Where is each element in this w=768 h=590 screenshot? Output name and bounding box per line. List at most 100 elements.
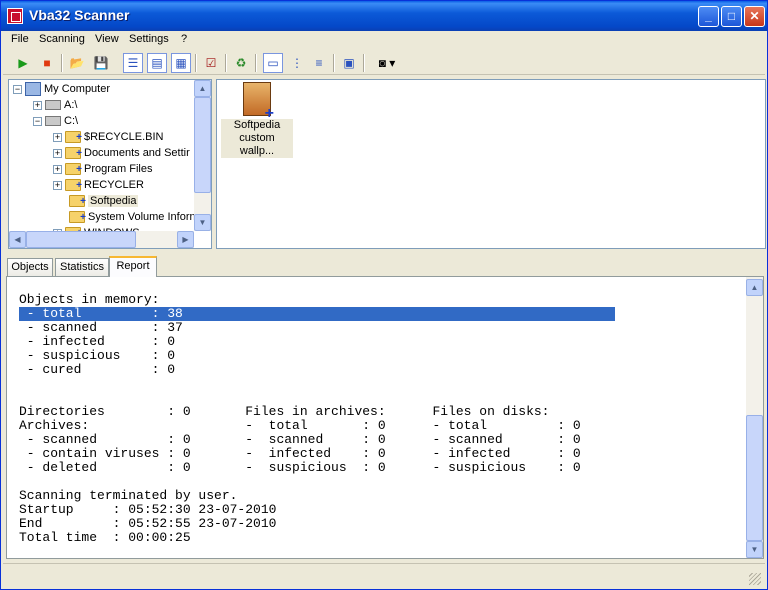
tree-item-label: C:\ xyxy=(64,115,79,127)
tree-item-softpedia[interactable]: Softpedia xyxy=(69,194,139,210)
toolbar-separator xyxy=(363,54,365,72)
tree-item-label: Softpedia xyxy=(88,195,139,207)
toolbar: ▶ ■ 📂 💾 ☰ ▤ ▦ ☑ ♻ ▭ ⋮ ≡ ▣ ◙ ▾ xyxy=(3,51,765,75)
app-window: Vba32 Scanner _ □ ✕ File Scanning View S… xyxy=(0,0,768,590)
scroll-down-icon[interactable]: ▼ xyxy=(194,214,211,231)
tree-item-recycle-bin[interactable]: + $RECYCLE.BIN xyxy=(53,130,163,146)
tab-report[interactable]: Report xyxy=(109,256,157,277)
tab-objects[interactable]: Objects xyxy=(7,258,53,276)
report-line[interactable]: - total : 38 xyxy=(19,307,615,321)
file-label-line: Softpedia xyxy=(233,119,281,131)
report-line[interactable]: - deleted : 0 - suspicious : 0 - suspici… xyxy=(19,461,739,475)
tree-item-my-computer[interactable]: − My Computer xyxy=(13,82,110,98)
toolbar-separator xyxy=(195,54,197,72)
report-line[interactable]: - suspicious : 0 xyxy=(19,349,739,363)
report-line[interactable]: Archives: - total : 0 - total : 0 xyxy=(19,419,739,433)
expand-icon[interactable]: + xyxy=(33,100,42,110)
folder-tree[interactable]: − My Computer + A:\ − C:\ + $RECYCLE.BIN + Do… xyxy=(8,79,212,249)
close-button[interactable]: ✕ xyxy=(744,6,765,27)
menu-help[interactable]: ? xyxy=(181,33,187,45)
expand-icon[interactable]: + xyxy=(53,180,62,190)
tree-item-system-volume[interactable]: System Volume Inforn xyxy=(69,210,196,226)
quarantine-icon[interactable]: ♻ xyxy=(231,53,251,73)
tree-horizontal-scrollbar[interactable]: ◀ ▶ xyxy=(9,231,194,248)
report-vertical-scrollbar[interactable]: ▲ ▼ xyxy=(746,277,763,558)
file-label-line: custom wallp... xyxy=(239,132,275,157)
file-label: Softpedia custom wallp... xyxy=(221,119,293,158)
report-line[interactable]: Total time : 00:00:25 xyxy=(19,531,739,545)
tree-item-label: $RECYCLE.BIN xyxy=(84,131,164,143)
file-icon xyxy=(243,82,274,120)
checklist-icon[interactable]: ☑ xyxy=(201,53,221,73)
list-view-icon[interactable]: ≡ xyxy=(309,53,329,73)
folder-icon xyxy=(65,178,82,193)
tree-view-icon[interactable]: ☰ xyxy=(123,53,143,73)
tree-item-a-drive[interactable]: + A:\ xyxy=(33,98,77,114)
report-line[interactable] xyxy=(19,377,739,391)
report-text: Objects in memory: - total : 38 - scanne… xyxy=(19,293,739,545)
expand-icon[interactable]: + xyxy=(53,132,62,142)
tree-item-recycler[interactable]: + RECYCLER xyxy=(53,178,144,194)
collapse-icon[interactable]: − xyxy=(13,84,22,94)
file-list[interactable]: Softpedia custom wallp... xyxy=(216,79,766,249)
save-icon[interactable]: 💾 xyxy=(91,53,111,73)
expand-icon[interactable]: + xyxy=(53,148,62,158)
stop-icon[interactable]: ■ xyxy=(37,53,57,73)
scroll-thumb[interactable] xyxy=(746,415,763,541)
scroll-thumb[interactable] xyxy=(194,97,211,193)
tree-vertical-scrollbar[interactable]: ▲ ▼ xyxy=(194,80,211,231)
tree-item-c-drive[interactable]: − C:\ xyxy=(33,114,78,130)
app-icon xyxy=(7,8,23,24)
minimize-button[interactable]: _ xyxy=(698,6,719,27)
menu-settings[interactable]: Settings xyxy=(129,33,169,45)
report-line[interactable]: - scanned : 37 xyxy=(19,321,739,335)
tree-list-icon[interactable]: ⋮ xyxy=(287,53,307,73)
collapse-icon[interactable]: − xyxy=(33,116,42,126)
drive-icon xyxy=(45,100,61,111)
report-line[interactable]: - contain viruses : 0 - infected : 0 - i… xyxy=(19,447,739,461)
scroll-right-icon[interactable]: ▶ xyxy=(177,231,194,248)
report-panel[interactable]: Objects in memory: - total : 38 - scanne… xyxy=(6,276,764,559)
resize-grip-icon[interactable] xyxy=(749,573,761,585)
report-line[interactable]: End : 05:52:55 23-07-2010 xyxy=(19,517,739,531)
details-view-icon[interactable]: ▤ xyxy=(147,53,167,73)
report-line[interactable] xyxy=(19,475,739,489)
scroll-up-icon[interactable]: ▲ xyxy=(746,279,763,296)
title-bar[interactable]: Vba32 Scanner _ □ ✕ xyxy=(1,1,767,31)
scroll-left-icon[interactable]: ◀ xyxy=(9,231,26,248)
options-icon[interactable]: ◙ ▾ xyxy=(371,53,403,73)
grid-view-icon[interactable]: ▦ xyxy=(171,53,191,73)
tree-item-program-files[interactable]: + Program Files xyxy=(53,162,152,178)
menu-file[interactable]: File xyxy=(11,33,29,45)
report-line[interactable]: - cured : 0 xyxy=(19,363,739,377)
menu-view[interactable]: View xyxy=(95,33,119,45)
report-line[interactable]: Startup : 05:52:30 23-07-2010 xyxy=(19,503,739,517)
play-icon[interactable]: ▶ xyxy=(13,53,33,73)
tree-item-label: System Volume Inforn xyxy=(88,211,196,223)
tree-item-documents[interactable]: + Documents and Settir xyxy=(53,146,190,162)
menu-scanning[interactable]: Scanning xyxy=(39,33,85,45)
report-line[interactable]: - scanned : 0 - scanned : 0 - scanned : … xyxy=(19,433,739,447)
tree-item-label: My Computer xyxy=(44,83,111,95)
report-icon[interactable]: ▣ xyxy=(339,53,359,73)
scroll-up-icon[interactable]: ▲ xyxy=(194,80,211,97)
toolbar-separator xyxy=(255,54,257,72)
report-line[interactable]: - infected : 0 xyxy=(19,335,739,349)
menu-bar: File Scanning View Settings ? xyxy=(1,31,767,49)
report-line[interactable] xyxy=(19,391,739,405)
scan-folder-icon[interactable]: 📂 xyxy=(67,53,87,73)
file-item-softpedia-wallpaper[interactable]: Softpedia custom wallp... xyxy=(221,80,293,158)
report-line[interactable]: Scanning terminated by user. xyxy=(19,489,739,503)
large-icons-view-icon[interactable]: ▭ xyxy=(263,53,283,73)
expand-icon[interactable]: + xyxy=(53,164,62,174)
status-bar xyxy=(3,563,765,587)
tree-item-label: RECYCLER xyxy=(84,179,144,191)
maximize-button[interactable]: □ xyxy=(721,6,742,27)
report-line[interactable]: Objects in memory: xyxy=(19,293,739,307)
toolbar-separator xyxy=(333,54,335,72)
tab-statistics[interactable]: Statistics xyxy=(55,258,109,276)
scroll-down-icon[interactable]: ▼ xyxy=(746,541,763,558)
scroll-thumb[interactable] xyxy=(26,231,136,248)
report-line[interactable]: Directories : 0 Files in archives: Files… xyxy=(19,405,739,419)
tree-item-label: A:\ xyxy=(64,99,78,111)
